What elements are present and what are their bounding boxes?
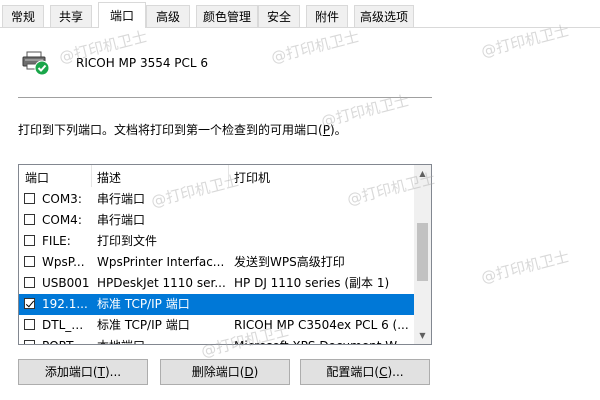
- port-checkbox[interactable]: [24, 235, 35, 246]
- port-checkbox[interactable]: [24, 214, 35, 225]
- port-name: COM4:: [42, 213, 82, 227]
- port-row[interactable]: PORT... 本地端口 Microsoft XPS Document W...: [19, 336, 414, 344]
- port-checkbox-checked[interactable]: [24, 298, 35, 309]
- port-row[interactable]: WpsP... WpsPrinter Interfac... 发送到WPS高级打…: [19, 252, 414, 273]
- port-list-header: 端口 描述 打印机: [19, 165, 414, 187]
- scrollbar-thumb[interactable]: [417, 223, 428, 281]
- port-row-selected[interactable]: 192.1... 标准 TCP/IP 端口: [19, 294, 414, 315]
- watermark: @打印机卫士: [269, 27, 361, 67]
- port-row[interactable]: COM4: 串行端口: [19, 210, 414, 231]
- add-port-button[interactable]: 添加端口(T)...: [18, 359, 148, 385]
- port-name: USB001: [42, 276, 90, 290]
- configure-port-button[interactable]: 配置端口(C)...: [300, 359, 430, 385]
- port-checkbox[interactable]: [24, 256, 35, 267]
- port-name: WpsP...: [42, 255, 85, 269]
- tab-ports[interactable]: 端口: [98, 2, 146, 28]
- port-printer: 发送到WPS高级打印: [234, 255, 345, 269]
- column-separator[interactable]: [228, 165, 229, 187]
- tab-strip: 常规 共享 端口 高级 颜色管理 安全 附件 高级选项: [0, 0, 600, 28]
- port-name: PORT...: [42, 336, 90, 344]
- port-description: 标准 TCP/IP 端口: [97, 318, 190, 332]
- column-header-description[interactable]: 描述: [97, 169, 121, 186]
- port-instruction-text: 打印到下列端口。文档将打印到第一个检查到的可用端口(P)。: [18, 123, 347, 137]
- port-printer: HP DJ 1110 series (副本 1): [234, 276, 390, 290]
- column-header-printer[interactable]: 打印机: [234, 169, 270, 186]
- port-description: 串行端口: [97, 213, 146, 227]
- delete-port-button[interactable]: 删除端口(D): [160, 359, 290, 385]
- divider: [18, 97, 432, 98]
- port-name: DTL_1...: [42, 318, 90, 332]
- port-description: 本地端口: [97, 336, 228, 344]
- printer-name: RICOH MP 3554 PCL 6: [76, 56, 209, 70]
- tab-advanced[interactable]: 高级: [146, 5, 190, 27]
- port-name: FILE:: [42, 234, 71, 248]
- tab-advanced-options[interactable]: 高级选项: [354, 5, 414, 27]
- port-checkbox[interactable]: [24, 319, 35, 330]
- scroll-up-icon[interactable]: ▲: [414, 165, 431, 182]
- port-description: HPDeskJet 1110 ser...: [97, 276, 226, 290]
- port-row[interactable]: COM3: 串行端口: [19, 189, 414, 210]
- port-description: 打印到文件: [97, 234, 158, 248]
- port-name: COM3:: [42, 192, 82, 206]
- printer-default-icon: [22, 51, 50, 76]
- tab-accessories[interactable]: 附件: [306, 5, 348, 27]
- port-description: WpsPrinter Interfac...: [97, 255, 225, 269]
- column-separator[interactable]: [91, 165, 92, 187]
- port-description: 串行端口: [97, 192, 146, 206]
- tab-color-management[interactable]: 颜色管理: [196, 5, 258, 27]
- port-name: 192.1...: [42, 297, 88, 311]
- port-list[interactable]: 端口 描述 打印机 COM3: 串行端口 COM4: 串行端口 FILE: 打印…: [18, 164, 432, 345]
- port-checkbox[interactable]: [24, 277, 35, 288]
- port-row[interactable]: FILE: 打印到文件: [19, 231, 414, 252]
- port-printer: RICOH MP C3504ex PCL 6 (...: [234, 318, 409, 332]
- tab-security[interactable]: 安全: [258, 5, 300, 27]
- watermark: @打印机卫士: [479, 247, 571, 287]
- scroll-down-icon[interactable]: ▼: [414, 327, 431, 344]
- tab-sharing[interactable]: 共享: [50, 5, 92, 27]
- column-header-port[interactable]: 端口: [25, 169, 49, 186]
- port-list-scrollbar[interactable]: ▲ ▼: [414, 165, 431, 344]
- port-row[interactable]: DTL_1... 标准 TCP/IP 端口 RICOH MP C3504ex P…: [19, 315, 414, 336]
- port-checkbox[interactable]: [24, 193, 35, 204]
- port-printer: Microsoft XPS Document W...: [234, 336, 409, 344]
- tab-general[interactable]: 常规: [2, 5, 44, 27]
- port-row[interactable]: USB001 HPDeskJet 1110 ser... HP DJ 1110 …: [19, 273, 414, 294]
- port-checkbox[interactable]: [24, 340, 35, 344]
- port-description: 标准 TCP/IP 端口: [97, 297, 190, 311]
